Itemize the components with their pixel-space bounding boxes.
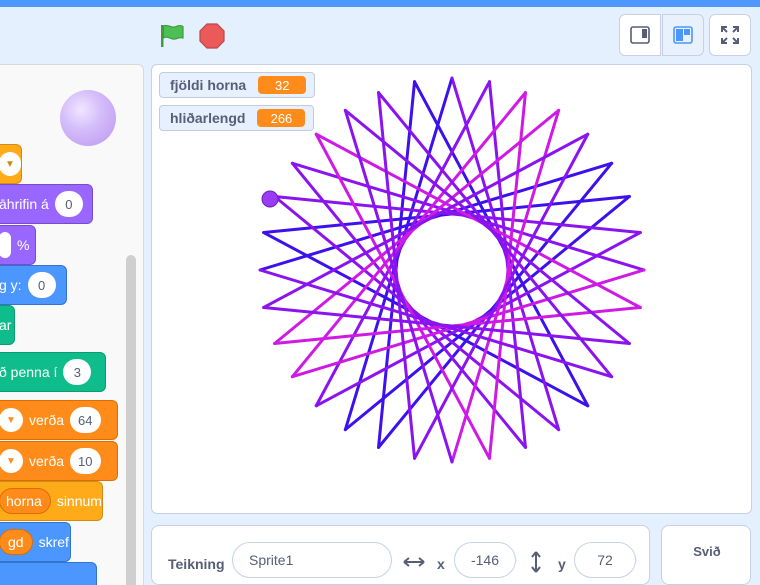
menu-bar [0, 0, 760, 7]
code-area[interactable]: ▼ āhrifin á 0 % g y: 0 ar ð penna í 3 ▼ … [0, 64, 144, 585]
normal-stage-icon [673, 26, 693, 44]
code-block-looks-size[interactable]: % [0, 225, 36, 265]
block-label: verða [29, 412, 65, 428]
code-block-motion-goto[interactable]: g y: 0 [0, 265, 67, 305]
variable-reporter[interactable]: horna [0, 488, 51, 514]
small-stage-icon [630, 26, 650, 44]
y-position-input[interactable]: 72 [574, 542, 636, 578]
block-label: āhrifin á [0, 196, 49, 212]
code-block-repeat[interactable]: horna sinnum [0, 481, 103, 521]
block-label: verða [29, 453, 65, 469]
stage-panel-label: Svið [693, 544, 721, 559]
block-label: sinnum [56, 493, 102, 509]
block-label: ar [0, 317, 12, 333]
small-stage-button[interactable] [619, 14, 661, 56]
size-value-input[interactable] [0, 232, 11, 258]
variable-value-input[interactable]: 10 [70, 448, 101, 474]
monitor-label: fjöldi horna [170, 77, 247, 93]
sprite-ball[interactable] [261, 190, 279, 208]
horizontal-arrows-icon [403, 557, 425, 567]
variable-value-input[interactable]: 64 [70, 407, 101, 433]
code-block-move-steps[interactable]: gd skref [0, 522, 71, 562]
variable-monitor-corners[interactable]: fjöldi horna 32 [159, 72, 316, 98]
code-block-motion[interactable] [0, 562, 97, 585]
code-block-set-variable[interactable]: ▼ verða 10 [0, 441, 118, 481]
stage[interactable]: fjöldi horna 32 hliðarlengd 266 [151, 64, 752, 514]
vertical-arrows-icon [531, 551, 541, 573]
chevron-down-icon: ▼ [0, 408, 23, 432]
effect-value-input[interactable]: 0 [54, 191, 83, 217]
code-block-set-variable[interactable]: ▼ verða 64 [0, 400, 118, 440]
stage-target-panel[interactable]: Svið [661, 525, 751, 585]
pen-size-input[interactable]: 3 [63, 359, 92, 385]
variable-monitor-side-length[interactable]: hliðarlengd 266 [159, 105, 315, 131]
code-scrollbar[interactable] [126, 255, 136, 585]
normal-stage-button[interactable] [662, 14, 704, 56]
code-block-control[interactable]: ▼ [0, 144, 22, 184]
block-label: g y: [0, 277, 22, 293]
x-position-input[interactable]: -146 [454, 542, 516, 578]
block-label: skref [38, 534, 69, 550]
sprite-thumbnail[interactable] [60, 90, 116, 146]
sprite-name-input[interactable]: Sprite1 [232, 542, 392, 578]
variable-reporter[interactable]: gd [0, 529, 33, 555]
chevron-down-icon: ▼ [0, 449, 23, 473]
sprite-info-panel: Teikning Sprite1 x -146 y 72 [151, 525, 650, 585]
block-label: ð penna í [0, 364, 58, 380]
monitor-value: 32 [258, 76, 307, 94]
green-flag-icon[interactable] [158, 22, 186, 50]
monitor-label: hliðarlengd [170, 110, 246, 126]
y-value-input[interactable]: 0 [27, 272, 56, 298]
pen-drawing [258, 76, 646, 464]
code-block-pen-clear[interactable]: ar [0, 305, 15, 345]
code-block-pen-size[interactable]: ð penna í 3 [0, 352, 106, 392]
monitor-value: 266 [257, 109, 306, 127]
block-suffix: % [17, 237, 30, 253]
fullscreen-icon [721, 26, 739, 44]
code-block-looks-effect[interactable]: āhrifin á 0 [0, 184, 93, 224]
stop-sign-icon[interactable] [198, 22, 226, 50]
fullscreen-button[interactable] [709, 14, 751, 56]
chevron-down-icon: ▼ [0, 152, 21, 176]
